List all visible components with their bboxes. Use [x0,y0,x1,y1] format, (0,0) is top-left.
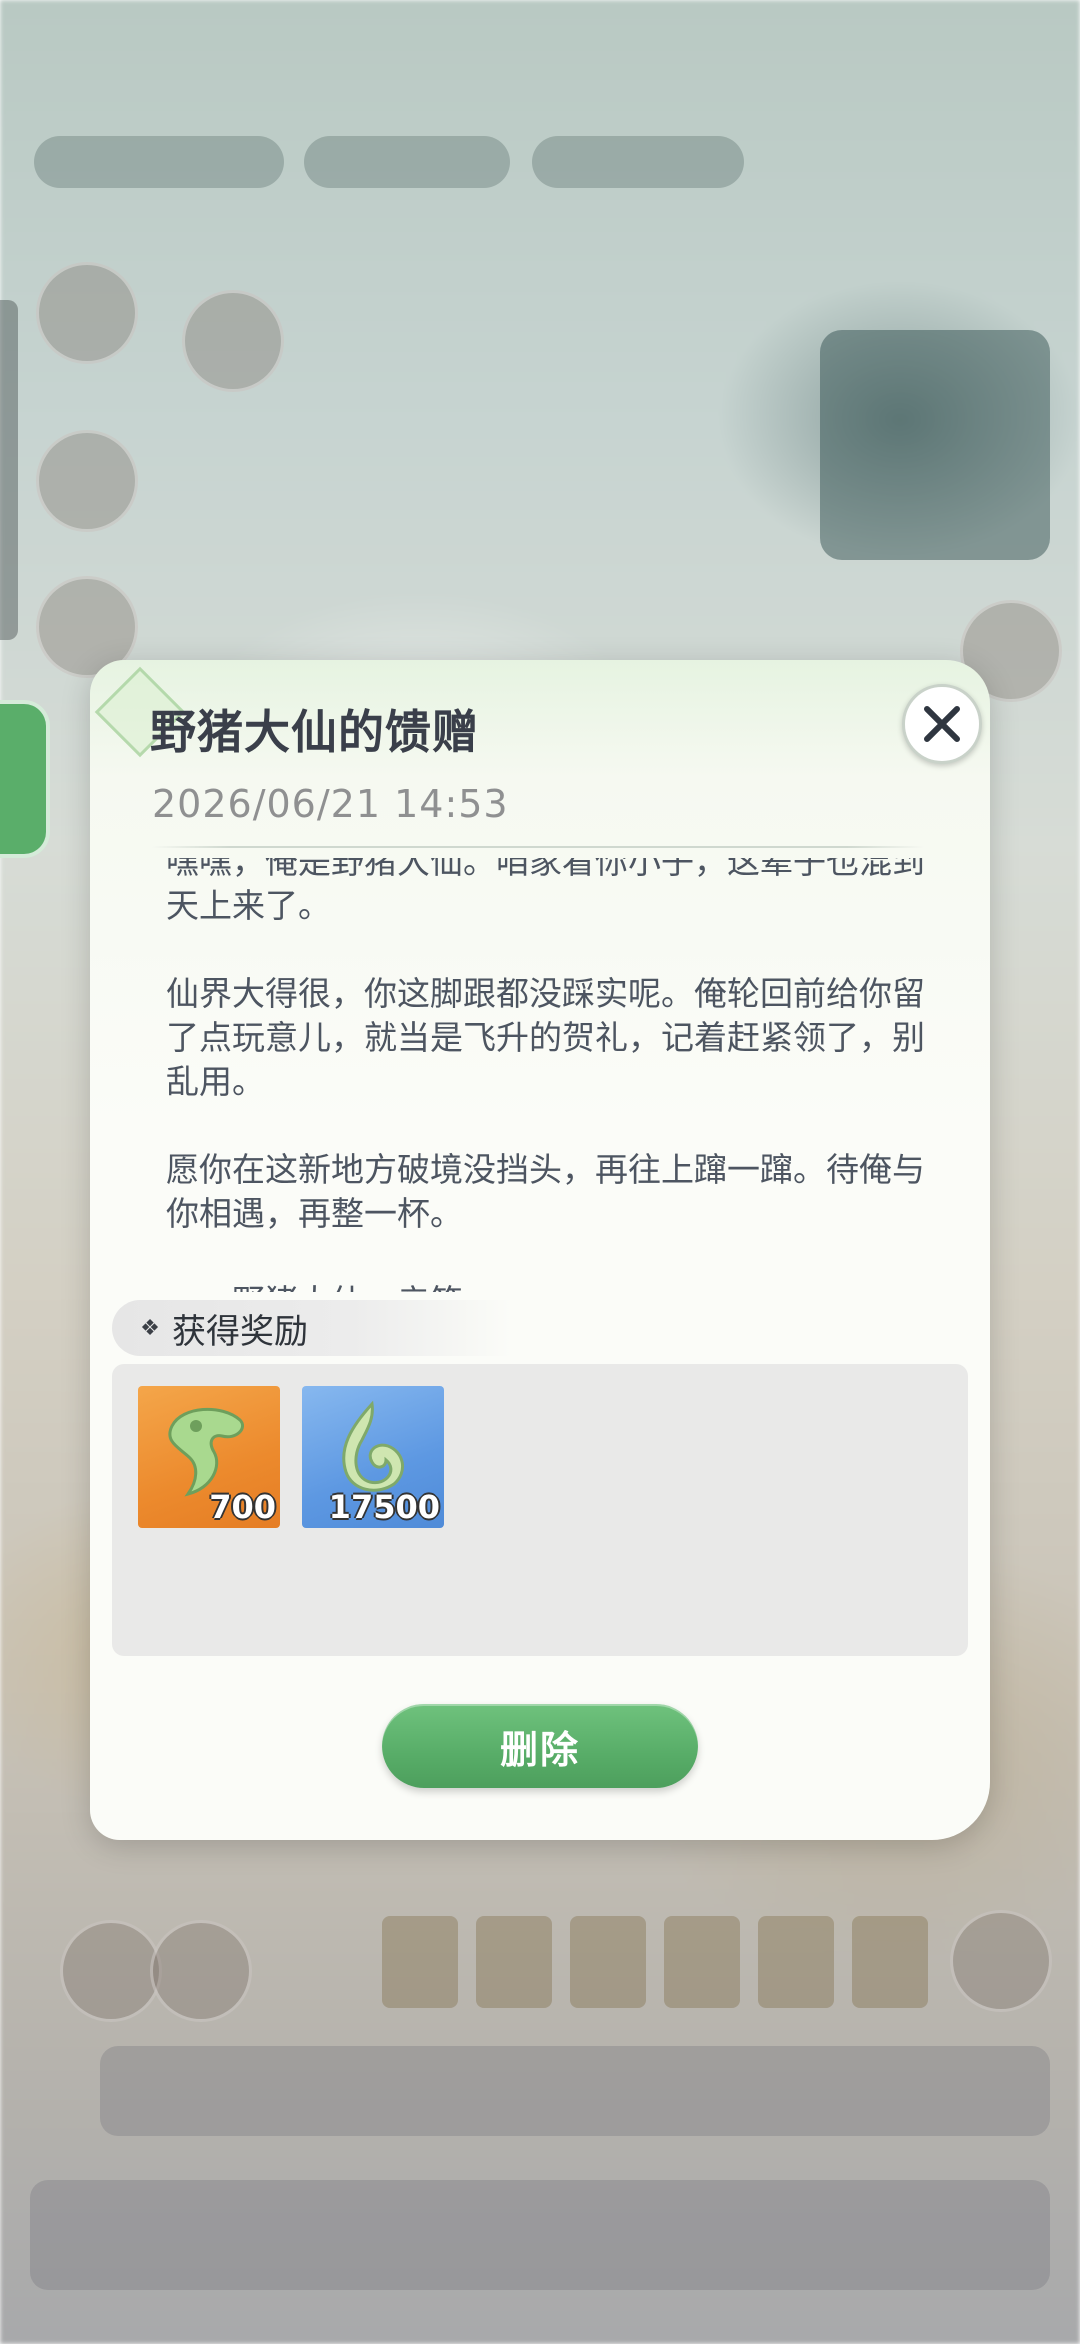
bg-chat-tab [0,700,50,858]
divider [152,846,924,848]
bg-skill-slot [852,1916,928,2008]
bg-avatar [36,262,138,364]
bg-skill-slot [382,1916,458,2008]
bg-side-handle [0,300,18,640]
bg-resource-pill [304,136,510,188]
reward-header: ❖ 获得奖励 [112,1300,512,1356]
bg-resource-pill [34,136,284,188]
letter-paragraph: 愿你在这新地方破境没挡头，再往上蹿一蹿。待俺与你相遇，再整一杯。 [166,1150,925,1233]
bg-skill-slot [664,1916,740,2008]
reward-count: 17500 [328,1488,440,1526]
close-icon [924,706,960,742]
bg-skill-slot [476,1916,552,2008]
bg-avatar [36,430,138,532]
mail-dialog: 野猪大仙的馈赠 2026/06/21 14:53 嘿嘿，俺是野猪大仙。咱家看你小… [90,660,990,1840]
reward-item[interactable]: 700 [138,1386,280,1528]
letter-signature: ——野猪大仙，亲笔 [166,1280,926,1292]
reward-panel: 700 17500 [112,1364,968,1656]
diamond-icon: ❖ [140,1315,160,1341]
bg-avatar [182,290,284,392]
delete-button-label: 删除 [499,1727,580,1772]
bg-skill-slot [758,1916,834,2008]
bg-avatar [950,1910,1052,2012]
bg-skill-slot [570,1916,646,2008]
mail-title: 野猪大仙的馈赠 [150,705,479,759]
reward-header-label: 获得奖励 [172,1311,308,1352]
bg-hotbar [100,2046,1050,2136]
mail-date: 2026/06/21 14:53 [152,782,509,826]
letter-paragraph: 仙界大得很，你这脚跟都没踩实呢。俺轮回前给你留了点玩意儿，就当是飞升的贺礼，记着… [166,974,925,1101]
reward-item[interactable]: 17500 [302,1386,444,1528]
bg-avatar [60,1920,162,2022]
bg-bottom-nav [30,2180,1050,2290]
letter-scroll-area[interactable]: 嘿嘿，俺是野猪大仙。咱家看你小子，这辈子也混到天上来了。 仙界大得很，你这脚跟都… [166,858,926,1292]
letter-body: 嘿嘿，俺是野猪大仙。咱家看你小子，这辈子也混到天上来了。 仙界大得很，你这脚跟都… [166,858,926,1292]
reward-count: 700 [209,1488,276,1526]
bg-minimap [820,330,1050,560]
close-button[interactable] [902,684,982,764]
letter-paragraph: 嘿嘿，俺是野猪大仙。咱家看你小子，这辈子也混到天上来了。 [166,858,925,925]
bg-avatar [150,1920,252,2022]
bg-resource-pill [532,136,744,188]
delete-button[interactable]: 删除 [382,1704,698,1788]
